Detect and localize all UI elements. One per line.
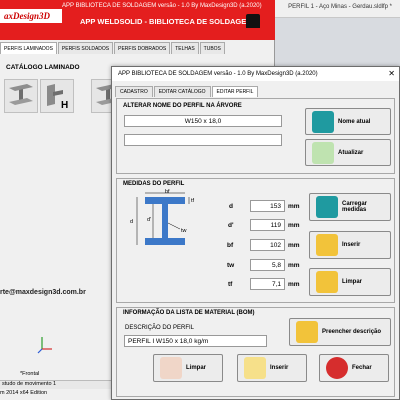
drawing-label-tf: tf <box>191 198 195 204</box>
tab-tubos[interactable]: TUBOS <box>199 42 225 54</box>
description-field[interactable]: PERFIL I W150 x 18,0 kg/m <box>124 335 267 347</box>
coordinate-axes-icon <box>37 337 52 354</box>
add-document-icon <box>244 357 266 379</box>
view-label: *Frontal <box>20 371 40 377</box>
h-beam-icon: H <box>47 84 68 111</box>
update-button-label: Atualizar <box>338 149 364 156</box>
label-bf: bf <box>227 242 234 249</box>
dialog-title: APP BIBLIOTECA DE SOLDAGEM versão - 1.0 … <box>112 67 399 81</box>
clear-measurements-label: Limpar <box>342 279 363 285</box>
contact-email: rte@maxdesign3d.com.br <box>0 289 86 296</box>
load-measurements-label: Carregar medidas <box>342 201 368 213</box>
drawing-label-d: d <box>130 219 134 225</box>
clear-measurements-button[interactable]: Limpar <box>309 268 391 296</box>
input-bf[interactable]: 102 <box>250 239 285 251</box>
tape-roll-icon <box>296 321 318 343</box>
input-d[interactable]: 153 <box>250 200 285 212</box>
tab-editar-catalogo[interactable]: EDITAR CATÁLOGO <box>153 86 211 97</box>
tab-perfis-soldados[interactable]: PERFIS SOLDADOS <box>57 42 114 54</box>
unit-tw: mm <box>288 262 300 269</box>
new-name-field[interactable] <box>124 134 282 146</box>
tab-editar-perfil[interactable]: EDITAR PERFIL <box>211 86 259 97</box>
bom-section: INFORMAÇÃO DA LISTA DE MATERIAL (BOM) DE… <box>116 307 395 397</box>
insert-bom-button[interactable]: Inserir <box>237 354 307 382</box>
refresh-icon <box>312 141 334 164</box>
label-tf: tf <box>228 281 233 288</box>
label-tw: tw <box>227 262 235 269</box>
background-document-title: PERFIL 1 - Aço Minas - Gerdau.sldlfp * <box>288 4 392 10</box>
welder-icon <box>246 14 260 28</box>
unit-tf: mm <box>288 281 300 288</box>
insert-bom-label: Inserir <box>270 365 289 371</box>
clear-bom-label: Limpar <box>186 365 207 371</box>
tab-perfis-laminados[interactable]: PERFIS LAMINADOS <box>0 42 57 54</box>
close-icon[interactable]: ✕ <box>388 69 395 78</box>
input-tw[interactable]: 5,8 <box>250 259 285 271</box>
bom-section-title: INFORMAÇÃO DA LISTA DE MATERIAL (BOM) <box>123 310 255 316</box>
dimensions-section-title: MEDIDAS DO PERFIL <box>123 181 185 187</box>
brand-logo: axDesign3D <box>0 9 62 23</box>
rename-section: ALTERAR NOME DO PERFIL NA ÁRVORE W150 x … <box>116 98 395 174</box>
triangle-ruler-icon <box>316 271 338 293</box>
i-beam-profile-button[interactable] <box>4 79 38 113</box>
svg-text:H: H <box>61 100 68 111</box>
h-beam-profile-button[interactable]: H <box>40 79 74 113</box>
rename-section-title: ALTERAR NOME DO PERFIL NA ÁRVORE <box>123 103 242 109</box>
edition-label: m 2014 x64 Edition <box>0 390 48 396</box>
input-tf[interactable]: 7,1 <box>250 278 285 290</box>
close-dialog-label: Fechar <box>352 365 372 371</box>
clear-bom-button[interactable]: Limpar <box>153 354 223 382</box>
description-label: DESCRIÇÃO DO PERFIL <box>125 325 195 331</box>
fill-description-button[interactable]: Preencher descrição <box>289 318 391 346</box>
unit-d-prime: mm <box>288 222 300 229</box>
close-circle-icon <box>326 357 348 379</box>
i-beam-icon <box>9 84 33 105</box>
main-app-title: APP BIBLIOTECA DE SOLDAGEM versão - 1.0 … <box>62 3 262 9</box>
dialog-tabs: CADASTRO EDITAR CATÁLOGO EDITAR PERFIL <box>115 86 259 97</box>
tab-telhas[interactable]: TELHAS <box>171 42 199 54</box>
dimensions-section: MEDIDAS DO PERFIL bf tf d d' tw d 153 mm… <box>116 178 395 303</box>
current-name-button-label: Nome atual <box>338 118 371 125</box>
ruler-square-icon <box>316 234 338 256</box>
tab-perfis-dobrados[interactable]: PERFIS DOBRADOS <box>114 42 171 54</box>
tape-measure-icon <box>316 196 338 218</box>
load-measurements-button[interactable]: Carregar medidas <box>309 193 391 221</box>
current-name-field[interactable]: W150 x 18,0 <box>124 115 282 127</box>
tab-cadastro[interactable]: CADASTRO <box>115 86 153 97</box>
label-d-prime: d' <box>228 222 234 229</box>
drawing-label-bf: bf <box>165 189 170 195</box>
drawing-label-tw: tw <box>181 228 187 234</box>
insert-measurements-button[interactable]: Inserir <box>309 231 391 259</box>
main-app-heading: APP WELDSOLID - BIBLIOTECA DE SOLDAGEM <box>80 17 253 26</box>
input-d-prime[interactable]: 119 <box>250 219 285 231</box>
checklist-icon <box>312 110 334 133</box>
catalog-label: CATÁLOGO LAMINADO <box>6 64 80 71</box>
unit-d: mm <box>288 203 300 210</box>
insert-measurements-label: Inserir <box>342 242 361 248</box>
unit-bf: mm <box>288 242 300 249</box>
edit-profile-dialog: APP BIBLIOTECA DE SOLDAGEM versão - 1.0 … <box>111 66 400 400</box>
main-tabs: PERFIS LAMINADOS PERFIS SOLDADOS PERFIS … <box>0 42 226 55</box>
close-dialog-button[interactable]: Fechar <box>319 354 389 382</box>
eraser-icon <box>160 357 182 379</box>
label-d: d <box>229 203 233 210</box>
update-button[interactable]: Atualizar <box>305 139 391 166</box>
drawing-label-d-prime: d' <box>147 217 152 223</box>
fill-description-label: Preencher descrição <box>322 329 382 335</box>
current-name-button[interactable]: Nome atual <box>305 108 391 135</box>
